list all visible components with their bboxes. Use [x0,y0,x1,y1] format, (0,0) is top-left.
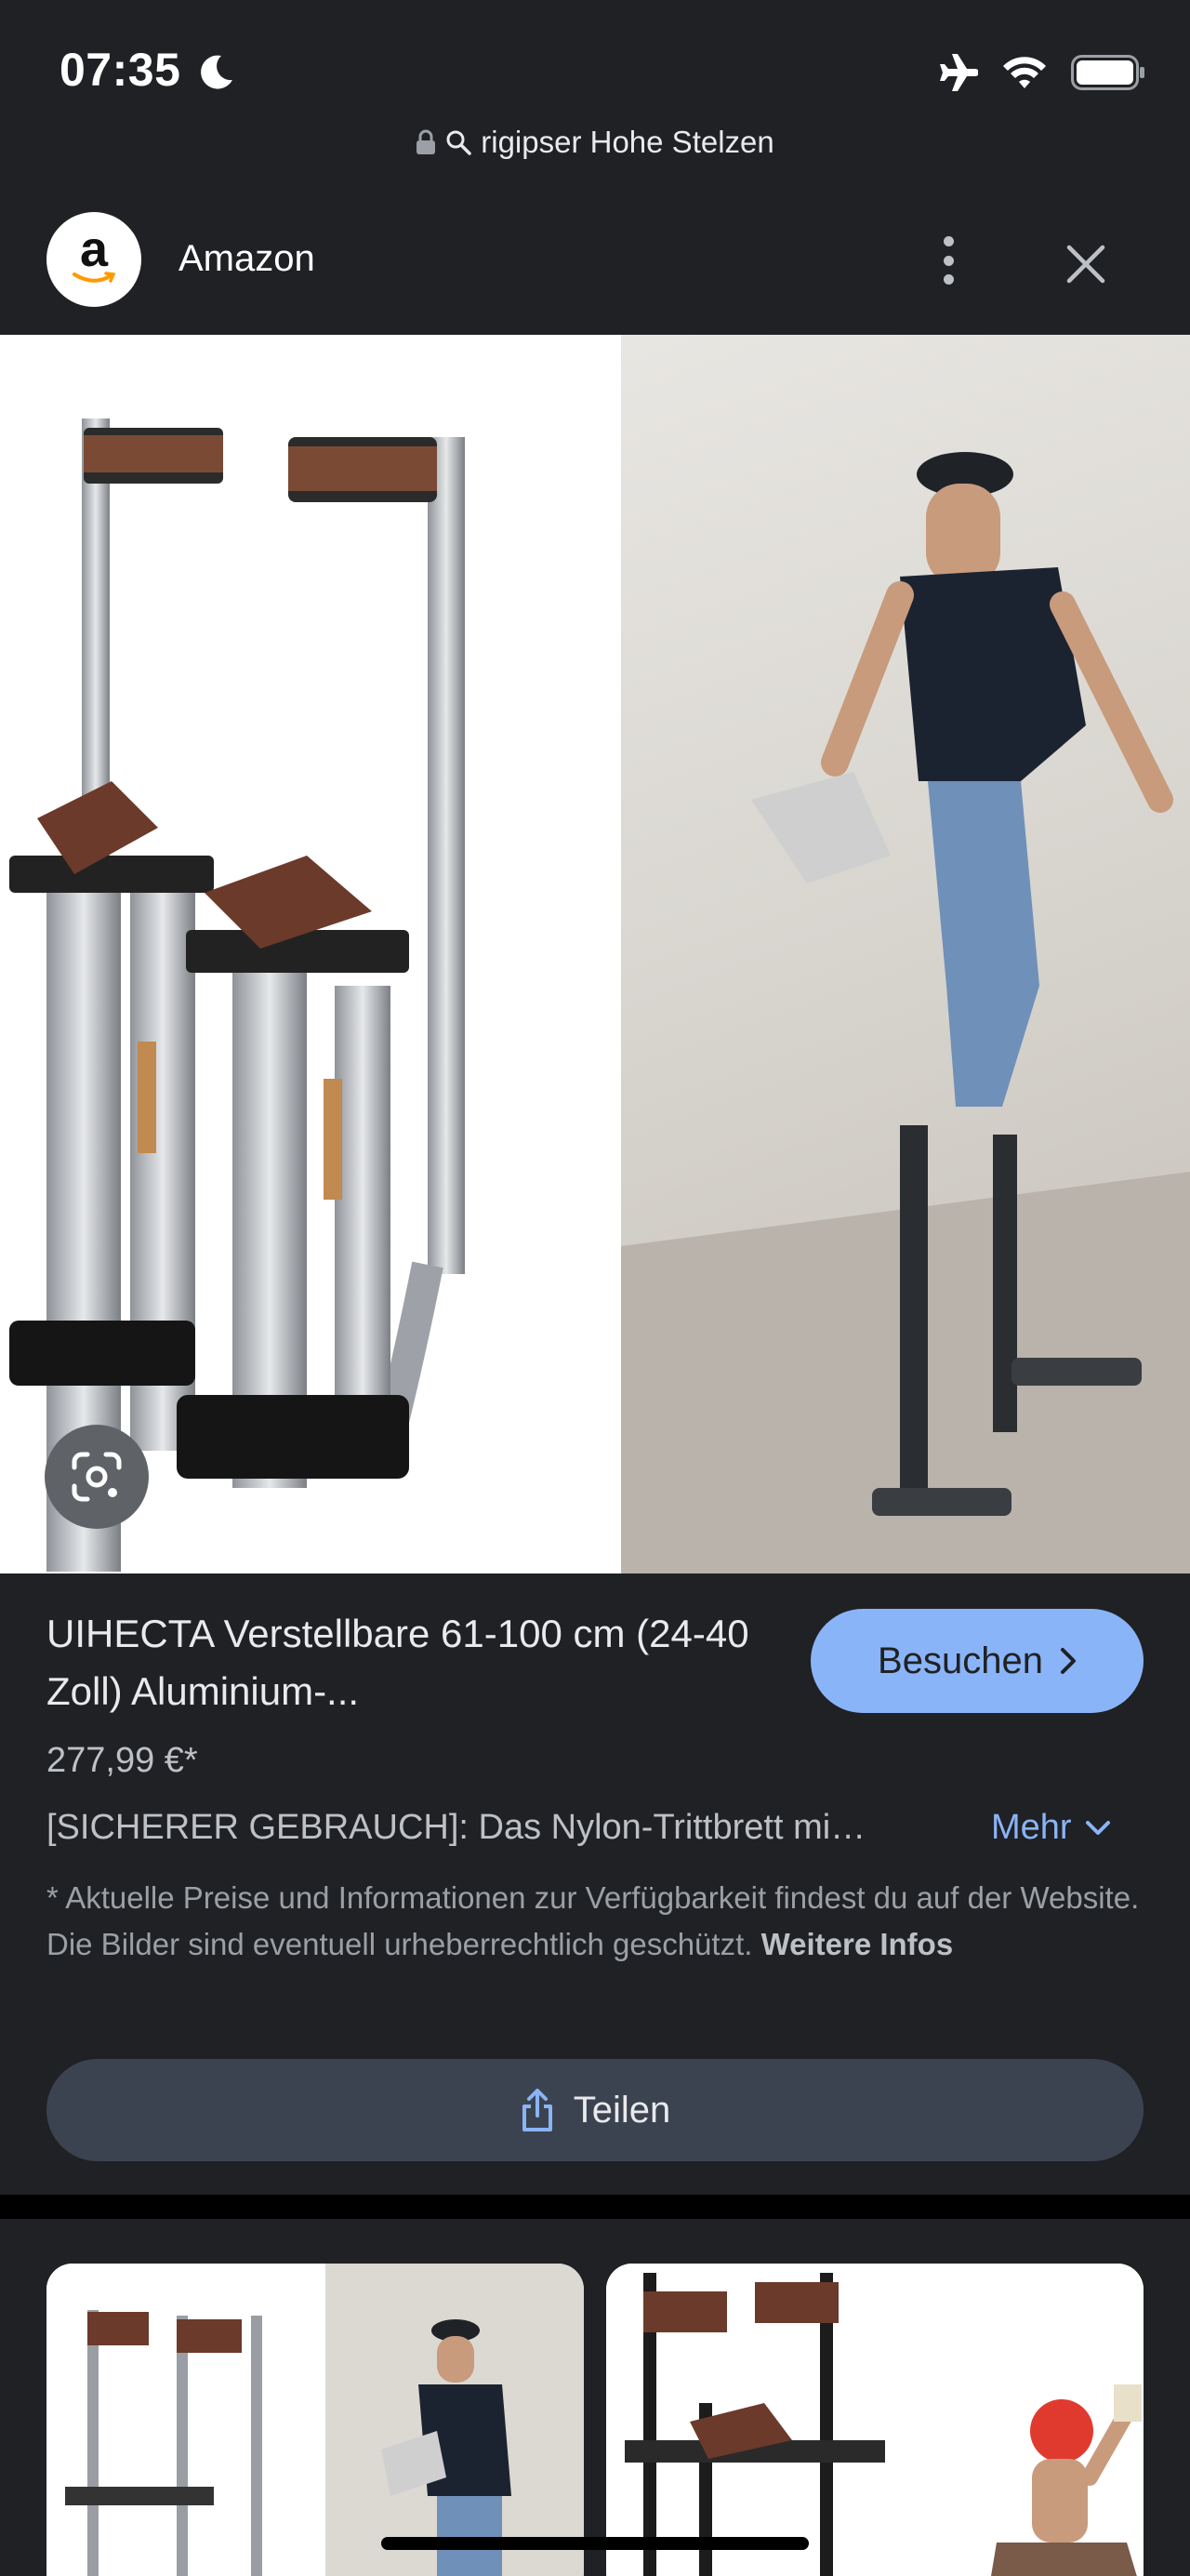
disclaimer-text: * Aktuelle Preise und Informationen zur … [46,1880,1140,1961]
disclaimer: * Aktuelle Preise und Informationen zur … [46,1875,1153,1968]
share-button[interactable]: Teilen [46,2059,1144,2161]
share-label: Teilen [573,2089,671,2131]
worker-illustration [621,452,1190,1573]
related-results [0,2219,1190,2576]
wifi-icon [1003,57,1046,88]
visit-label: Besuchen [878,1640,1043,1681]
status-icons [933,52,1145,93]
source-name[interactable]: Amazon [178,238,315,280]
more-button[interactable]: Mehr [991,1808,1111,1848]
battery-icon [1071,55,1144,90]
related-thumbnail [46,2264,584,2576]
product-image[interactable] [0,335,1190,1573]
more-info-link[interactable]: Weitere Infos [761,1927,954,1961]
description: [SICHERER GEBRAUCH]: Das Nylon-Trittbret… [46,1808,866,1847]
more-label: Mehr [991,1808,1072,1847]
search-query: rigipser Hohe Stelzen [481,125,774,159]
logo-letter: a [79,221,109,277]
source-header: a Amazon [0,195,1190,325]
chevron-right-icon [1060,1648,1076,1674]
visit-button[interactable]: Besuchen [811,1609,1144,1713]
home-indicator[interactable] [381,2537,809,2550]
airplane-icon [940,54,978,91]
lock-icon [416,129,436,154]
more-options-button[interactable] [926,227,971,294]
product-title[interactable]: UIHECTA Verstellbare 61-100 cm (24-40 Zo… [46,1605,772,1720]
moon-icon [201,55,232,89]
related-result-card[interactable] [606,2264,1144,2576]
share-icon [522,2089,552,2131]
chevron-down-icon [1085,1820,1110,1835]
url-bar[interactable]: rigipser Hohe Stelzen [0,119,1190,166]
amazon-logo: a [46,212,141,307]
section-divider [0,2195,1190,2219]
status-bar: 07:35 [0,0,1190,130]
price: 277,99 €* [46,1741,198,1780]
stilts-illustration [9,418,465,1572]
related-result-card[interactable] [46,2264,584,2576]
close-icon[interactable] [1058,236,1114,292]
product-photo-worker [621,335,1190,1573]
lens-search-button[interactable] [45,1425,149,1529]
status-time: 07:35 [60,44,181,96]
search-icon [446,130,471,155]
smile-icon [73,272,115,283]
product-photo-stilts [0,335,621,1573]
related-thumbnail [606,2264,1144,2576]
lens-icon [72,1452,122,1502]
